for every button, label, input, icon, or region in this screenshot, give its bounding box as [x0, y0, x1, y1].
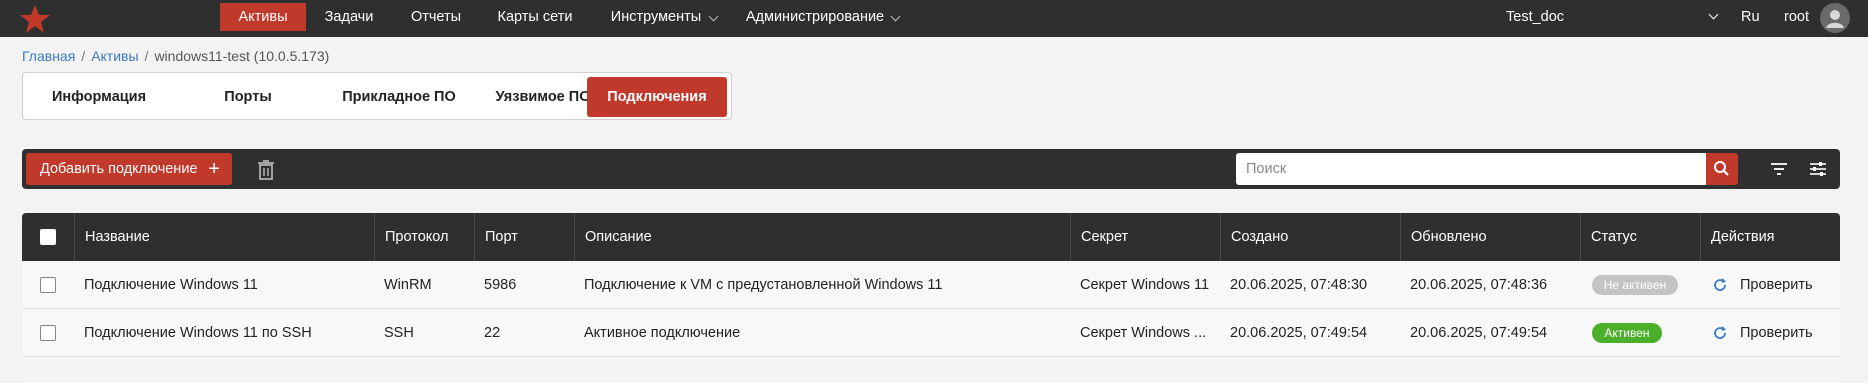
filter-icon[interactable]: [1768, 159, 1790, 179]
project-chevron-down-icon[interactable]: [1708, 9, 1719, 20]
status-badge: Активен: [1592, 323, 1662, 343]
avatar-icon[interactable]: [1820, 3, 1850, 33]
breadcrumb-home-link[interactable]: Главная: [22, 48, 75, 64]
table-toolbar: Добавить подключение +: [22, 149, 1840, 189]
column-settings-icon[interactable]: [1807, 159, 1829, 179]
verify-button[interactable]: Проверить: [1740, 309, 1813, 357]
tab-information[interactable]: Информация: [27, 77, 171, 117]
status-badge: Не активен: [1592, 275, 1678, 295]
table-row[interactable]: Подключение Windows 11 WinRM 5986 Подклю…: [22, 261, 1840, 309]
table-row[interactable]: Подключение Windows 11 по SSH SSH 22 Акт…: [22, 309, 1840, 357]
column-header-actions: Действия: [1700, 213, 1840, 261]
breadcrumb-current: windows11-test (10.0.5.173): [154, 48, 330, 64]
breadcrumb-separator: /: [81, 48, 86, 64]
cell-created: 20.06.2025, 07:48:30: [1230, 277, 1368, 293]
plus-icon: +: [208, 158, 220, 180]
table-header: Название Протокол Порт Описание Секрет С…: [22, 213, 1840, 261]
tab-ports[interactable]: Порты: [181, 77, 315, 117]
connections-table: Название Протокол Порт Описание Секрет С…: [22, 213, 1840, 383]
search-button[interactable]: [1706, 153, 1738, 185]
add-connection-button[interactable]: Добавить подключение +: [26, 153, 232, 185]
add-connection-label: Добавить подключение: [40, 161, 198, 177]
cell-protocol: SSH: [384, 325, 414, 341]
breadcrumb-assets-link[interactable]: Активы: [91, 48, 138, 64]
column-header-protocol[interactable]: Протокол: [374, 213, 474, 261]
row-checkbox[interactable]: [40, 277, 56, 293]
tools-chevron-down-icon[interactable]: [708, 11, 719, 22]
cell-secret: Секрет Windows 11: [1080, 277, 1210, 293]
username[interactable]: root: [1784, 0, 1809, 37]
cell-name: Подключение Windows 11 по SSH: [84, 325, 312, 341]
cell-updated: 20.06.2025, 07:48:36: [1410, 277, 1548, 293]
cell-port: 22: [484, 325, 501, 341]
cell-protocol: WinRM: [384, 277, 432, 293]
cell-description: Активное подключение: [584, 325, 741, 341]
refresh-icon[interactable]: [1712, 277, 1728, 293]
cell-secret: Секрет Windows ...: [1080, 325, 1207, 341]
search-icon: [1714, 161, 1729, 176]
nav-item-assets[interactable]: Активы: [220, 3, 306, 31]
nav-item-network-maps[interactable]: Карты сети: [492, 3, 578, 31]
cell-description: Подключение к VM с предустановленной Win…: [584, 277, 943, 293]
verify-button[interactable]: Проверить: [1740, 261, 1813, 309]
row-checkbox[interactable]: [40, 325, 56, 341]
column-header-name[interactable]: Название: [74, 213, 374, 261]
breadcrumb: Главная / Активы / windows11-test (10.0.5.17…: [22, 48, 329, 64]
select-all-checkbox[interactable]: [40, 229, 56, 245]
tab-application-software[interactable]: Прикладное ПО: [323, 77, 475, 117]
cell-name: Подключение Windows 11: [84, 277, 258, 293]
admin-chevron-down-icon[interactable]: [890, 11, 901, 22]
cell-created: 20.06.2025, 07:49:54: [1230, 325, 1368, 341]
cell-updated: 20.06.2025, 07:49:54: [1410, 325, 1548, 341]
top-navbar: Активы Задачи Отчеты Карты сети Инструме…: [0, 0, 1868, 37]
select-all-cell: [22, 213, 74, 261]
star-logo-icon[interactable]: [18, 4, 52, 34]
nav-item-tools[interactable]: Инструменты: [606, 3, 706, 31]
language-switch[interactable]: Ru: [1741, 0, 1760, 37]
nav-item-reports[interactable]: Отчеты: [398, 3, 474, 31]
nav-item-administration[interactable]: Администрирование: [742, 3, 888, 31]
tab-connections[interactable]: Подключения: [587, 77, 727, 117]
column-header-status[interactable]: Статус: [1580, 213, 1700, 261]
search-input[interactable]: [1236, 153, 1706, 185]
column-header-secret[interactable]: Секрет: [1070, 213, 1220, 261]
cell-port: 5986: [484, 277, 517, 293]
column-header-description[interactable]: Описание: [574, 213, 1070, 261]
column-header-updated[interactable]: Обновлено: [1400, 213, 1580, 261]
nav-item-tasks[interactable]: Задачи: [318, 3, 380, 31]
trash-icon[interactable]: [256, 159, 276, 181]
asset-tabs: Информация Порты Прикладное ПО Уязвимое …: [22, 72, 732, 120]
column-header-port[interactable]: Порт: [474, 213, 574, 261]
column-header-created[interactable]: Создано: [1220, 213, 1400, 261]
refresh-icon[interactable]: [1712, 325, 1728, 341]
project-selector[interactable]: Test_doc: [1506, 0, 1564, 37]
breadcrumb-separator: /: [144, 48, 149, 64]
